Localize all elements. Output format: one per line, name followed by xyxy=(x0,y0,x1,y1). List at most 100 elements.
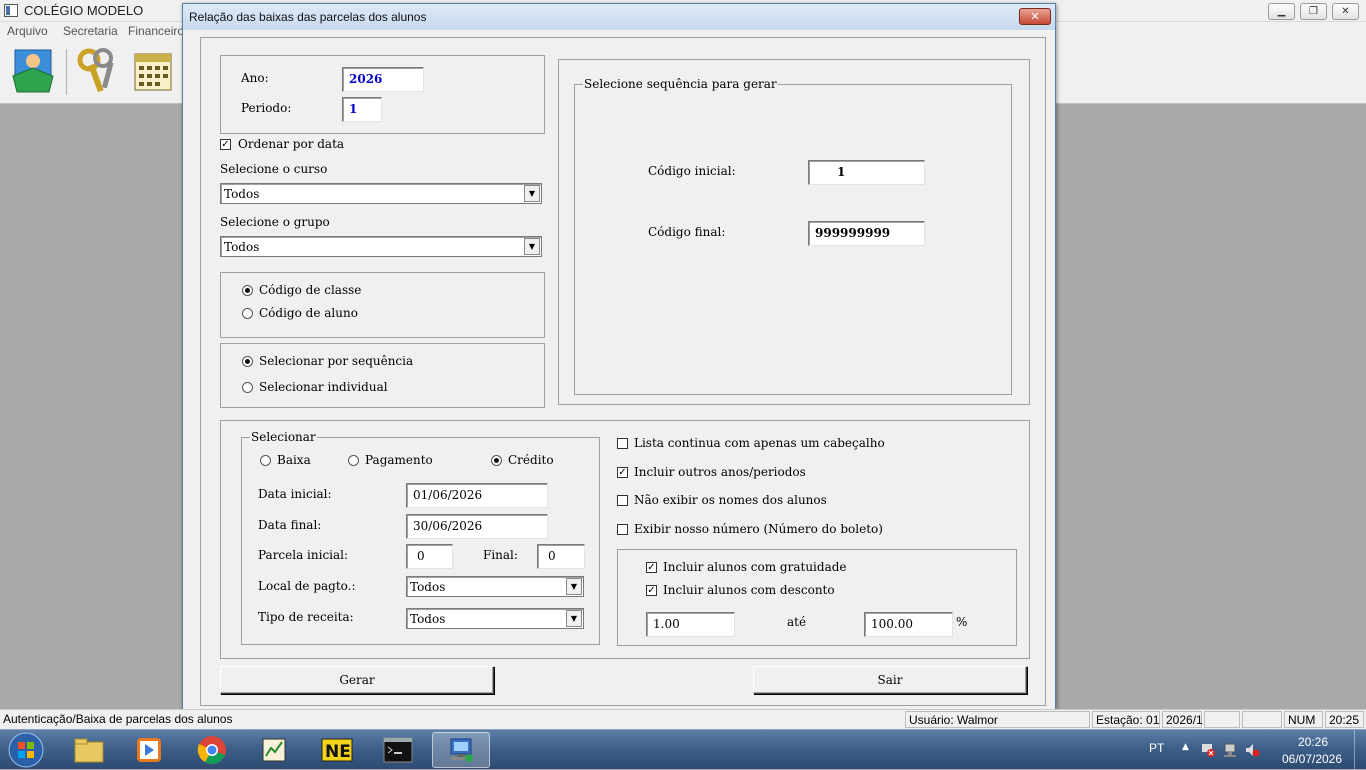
calendar-icon xyxy=(134,53,172,91)
local-pagto-label: Local de pagto.: xyxy=(258,579,356,593)
gerar-label: Gerar xyxy=(339,673,375,687)
menu-financeiro[interactable]: Financeiro xyxy=(128,24,184,38)
parcela-inicial-field[interactable]: 0 xyxy=(406,544,453,569)
taskbar-ne-app[interactable]: NE xyxy=(308,732,366,768)
gratuidade-checkbox[interactable]: ✓ xyxy=(646,562,657,573)
data-inicial-field[interactable]: 01/06/2026 xyxy=(406,483,548,508)
incluir-outros-checkbox[interactable]: ✓ xyxy=(617,467,628,478)
data-final-field[interactable]: 30/06/2026 xyxy=(406,514,548,539)
language-indicator[interactable]: PT xyxy=(1149,741,1164,755)
desconto-checkbox[interactable]: ✓ xyxy=(646,585,657,596)
tipo-receita-select[interactable]: Todos ▼ xyxy=(406,608,584,629)
tipo-receita-label: Tipo de receita: xyxy=(258,610,354,624)
chevron-down-icon[interactable]: ▼ xyxy=(566,578,582,595)
nao-exibir-checkbox[interactable] xyxy=(617,495,628,506)
status-empty-2 xyxy=(1242,711,1282,728)
baixa-radio[interactable] xyxy=(260,455,271,466)
percent-label: % xyxy=(956,615,968,629)
data-inicial-label: Data inicial: xyxy=(258,487,332,501)
status-bar: Autenticação/Baixa de parcelas dos aluno… xyxy=(0,709,1366,729)
selecionar-group: Selecionar Baixa Pagamento Crédito Data … xyxy=(241,430,600,645)
taskbar-chrome[interactable] xyxy=(183,732,241,768)
status-message: Autenticação/Baixa de parcelas dos aluno… xyxy=(3,712,233,726)
chevron-down-icon[interactable]: ▼ xyxy=(524,238,540,255)
app-close-button[interactable]: ✕ xyxy=(1332,3,1359,20)
periodo-field[interactable]: 1 xyxy=(342,97,382,122)
start-button[interactable] xyxy=(4,731,48,769)
restore-icon: ❐ xyxy=(1309,6,1318,17)
ne-app-icon: NE xyxy=(321,738,353,762)
status-time: 20:25 xyxy=(1325,711,1364,728)
gratuidade-label: Incluir alunos com gratuidade xyxy=(663,560,847,574)
sel-sequencia-radio[interactable] xyxy=(242,356,253,367)
tray-expand-icon[interactable]: ▲ xyxy=(1182,742,1189,752)
clock-date[interactable]: 06/07/2026 xyxy=(1280,752,1344,766)
ano-field[interactable]: 2026 xyxy=(342,67,424,92)
restore-button[interactable]: ❐ xyxy=(1300,3,1327,20)
toolbar-student-button[interactable] xyxy=(8,45,58,97)
system-tray: PT ▲ 20:26 06/07/2026 xyxy=(1140,730,1366,770)
sel-individual-radio[interactable] xyxy=(242,382,253,393)
toolbar-keys-button[interactable] xyxy=(72,45,122,97)
codigo-inicial-field[interactable]: 1 xyxy=(808,160,925,185)
desconto-max-field[interactable]: 100.00 xyxy=(864,612,953,637)
codigo-inicial-label: Código inicial: xyxy=(648,164,736,178)
desconto-min-field[interactable]: 1.00 xyxy=(646,612,735,637)
network-icon[interactable] xyxy=(1222,742,1238,758)
clock-time[interactable]: 20:26 xyxy=(1293,735,1333,749)
sel-sequencia-label: Selecionar por sequência xyxy=(259,354,414,368)
final-field[interactable]: 0 xyxy=(537,544,585,569)
sair-button[interactable]: Sair xyxy=(753,666,1027,694)
codigo-final-label: Código final: xyxy=(648,225,726,239)
taskbar-explorer[interactable] xyxy=(60,732,118,768)
menu-arquivo[interactable]: Arquivo xyxy=(7,24,48,38)
credito-radio[interactable] xyxy=(491,455,502,466)
codigo-final-field[interactable]: 999999999 xyxy=(808,221,925,246)
grupo-value: Todos xyxy=(224,240,260,254)
curso-label: Selecione o curso xyxy=(220,162,328,176)
chrome-icon xyxy=(197,736,226,764)
flag-alert-icon[interactable] xyxy=(1200,742,1216,758)
desconto-label: Incluir alunos com desconto xyxy=(663,583,835,597)
menu-secretaria[interactable]: Secretaria xyxy=(63,24,118,38)
show-desktop-button[interactable] xyxy=(1354,730,1366,770)
taskbar-command-prompt[interactable] xyxy=(369,732,427,768)
toolbar-calendar-button[interactable] xyxy=(128,45,178,97)
minimize-button[interactable]: ▁ xyxy=(1268,3,1295,20)
local-pagto-select[interactable]: Todos ▼ xyxy=(406,576,584,597)
chevron-down-icon[interactable]: ▼ xyxy=(566,610,582,627)
curso-select[interactable]: Todos ▼ xyxy=(220,183,542,204)
taskbar-media-player[interactable] xyxy=(120,732,178,768)
sel-individual-label: Selecionar individual xyxy=(259,380,388,394)
codigo-aluno-radio[interactable] xyxy=(242,308,253,319)
file-explorer-icon xyxy=(74,738,104,763)
chart-editor-icon xyxy=(262,738,286,762)
gerar-button[interactable]: Gerar xyxy=(220,666,494,694)
dialog-close-button[interactable]: ✕ xyxy=(1019,8,1051,25)
ordenar-checkbox[interactable]: ✓ xyxy=(220,139,231,150)
final-label: Final: xyxy=(483,548,518,562)
lista-continua-checkbox[interactable] xyxy=(617,438,628,449)
selecionar-group-label: Selecionar xyxy=(250,430,317,444)
status-num: NUM xyxy=(1284,711,1323,728)
ano-periodo-frame: Ano: 2026 Periodo: 1 xyxy=(220,55,545,134)
credito-label: Crédito xyxy=(508,453,554,467)
grupo-select[interactable]: Todos ▼ xyxy=(220,236,542,257)
periodo-label: Periodo: xyxy=(241,101,292,115)
volume-muted-icon[interactable] xyxy=(1244,742,1260,758)
pagamento-radio[interactable] xyxy=(348,455,359,466)
minimize-icon: ▁ xyxy=(1277,6,1286,17)
app-window-icon xyxy=(4,4,18,17)
chevron-down-icon[interactable]: ▼ xyxy=(524,185,540,202)
discount-frame: ✓ Incluir alunos com gratuidade ✓ Inclui… xyxy=(617,549,1017,646)
network-app-icon xyxy=(450,738,473,762)
exibir-nosso-checkbox[interactable] xyxy=(617,524,628,535)
close-icon: ✕ xyxy=(1341,6,1350,17)
sequence-frame: Selecione sequência para gerar Código in… xyxy=(558,59,1030,405)
ordenar-label: Ordenar por data xyxy=(238,137,345,151)
taskbar-network-app[interactable] xyxy=(432,732,490,768)
taskbar-chart-editor[interactable] xyxy=(245,732,303,768)
incluir-outros-label: Incluir outros anos/periodos xyxy=(634,465,806,479)
windows-start-icon xyxy=(8,732,44,768)
codigo-classe-radio[interactable] xyxy=(242,285,253,296)
